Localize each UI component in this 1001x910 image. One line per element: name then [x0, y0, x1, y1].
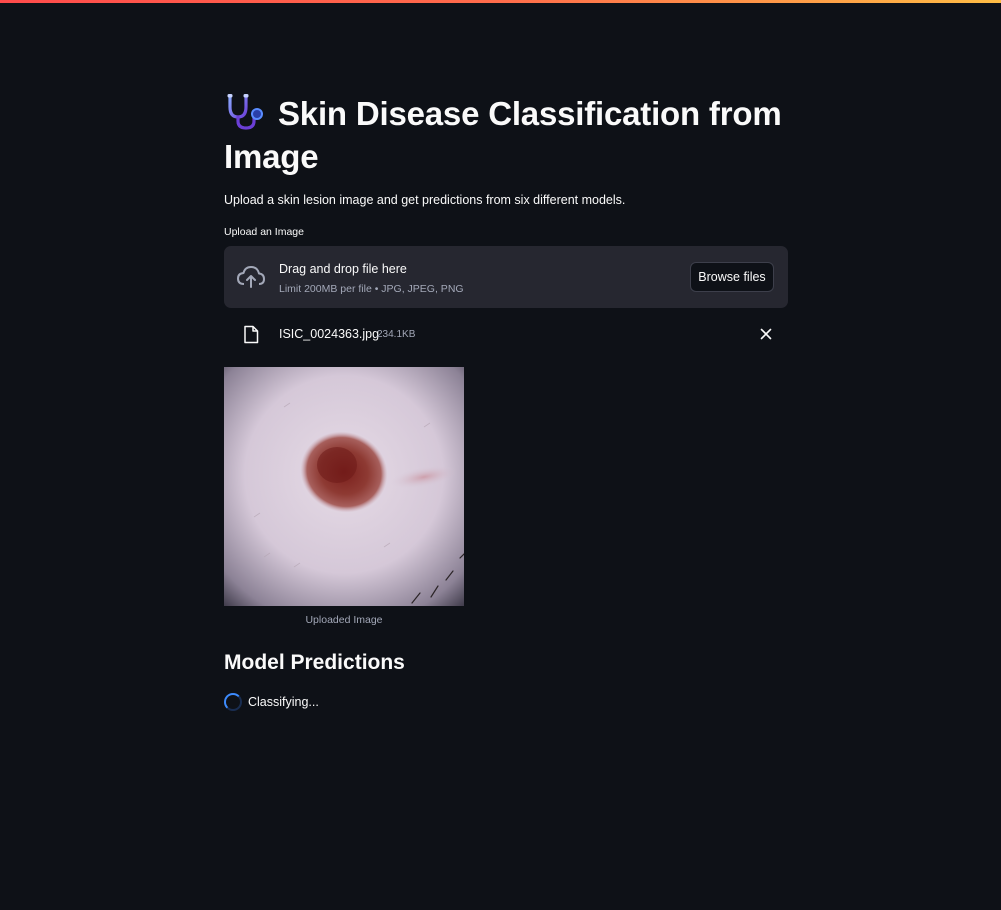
dropzone-instructions: Drag and drop file here — [279, 262, 407, 276]
uploaded-image-preview — [224, 367, 464, 606]
status-text: Classifying... — [248, 695, 319, 709]
spinner-icon — [224, 693, 242, 711]
file-name: ISIC_0024363.jpg — [279, 327, 380, 341]
cloud-upload-icon — [237, 266, 265, 288]
close-icon[interactable] — [760, 328, 772, 340]
file-icon — [244, 325, 259, 344]
browse-files-button[interactable]: Browse files — [690, 262, 774, 292]
uploaded-file-item: ISIC_0024363.jpg 234.1KB — [224, 318, 788, 350]
predictions-heading: Model Predictions — [224, 651, 405, 674]
upload-label: Upload an Image — [224, 226, 304, 238]
page-title: Skin Disease Classification from Image — [224, 92, 788, 178]
file-size: 234.1KB — [377, 329, 416, 340]
image-caption: Uploaded Image — [305, 614, 383, 626]
header-decoration-bar — [0, 0, 1001, 3]
file-dropzone[interactable]: Drag and drop file here Limit 200MB per … — [224, 246, 788, 308]
page-title-text: Skin Disease Classification from Image — [224, 95, 782, 175]
page-subtitle: Upload a skin lesion image and get predi… — [224, 193, 626, 207]
dropzone-limits: Limit 200MB per file • JPG, JPEG, PNG — [279, 283, 464, 295]
classifying-status: Classifying... — [224, 692, 319, 712]
stethoscope-icon — [227, 94, 263, 130]
